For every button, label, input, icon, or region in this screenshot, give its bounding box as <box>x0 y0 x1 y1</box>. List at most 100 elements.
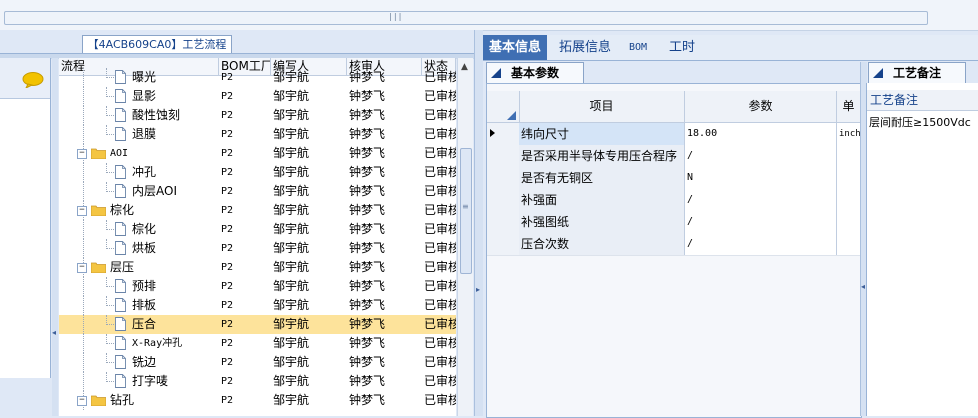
bom-factory: P2 <box>221 167 234 178</box>
tree-row[interactable]: 内层AOI P2 邹宇航 钟梦飞 已审核 <box>59 182 456 201</box>
middle-splitter[interactable]: ▸ <box>474 30 483 416</box>
tree-row[interactable]: 退膜 P2 邹宇航 钟梦飞 已审核 <box>59 125 456 144</box>
col-header-value[interactable]: 参数 <box>685 91 837 122</box>
reviewer-name: 钟梦飞 <box>349 184 386 198</box>
param-value[interactable]: / <box>685 145 837 167</box>
collapse-icon[interactable]: − <box>77 206 87 216</box>
param-unit[interactable] <box>837 233 861 255</box>
bom-factory: P2 <box>221 186 234 197</box>
param-value[interactable]: N <box>685 167 837 189</box>
process-notes-tab-label: 工艺备注 <box>892 66 941 80</box>
select-all-icon <box>507 111 516 120</box>
collapse-icon[interactable]: − <box>77 396 87 406</box>
tree-row[interactable]: X-Ray冲孔 P2 邹宇航 钟梦飞 已审核 <box>59 334 456 353</box>
param-unit[interactable] <box>837 211 861 233</box>
tab-extended-info[interactable]: 拓展信息 <box>553 35 617 60</box>
writer-name: 邹宇航 <box>273 184 310 198</box>
param-row[interactable]: 是否采用半导体专用压合程序 / <box>487 145 861 168</box>
row-header[interactable] <box>487 123 520 145</box>
flow-name: 退膜 <box>132 127 157 141</box>
collapse-icon[interactable]: − <box>77 149 87 159</box>
status-text: 已审核 <box>424 336 456 350</box>
tree-row[interactable]: 压合 P2 邹宇航 钟梦飞 已审核 <box>59 315 456 334</box>
tree-row[interactable]: 曝光 P2 邹宇航 钟梦飞 已审核 <box>59 68 456 87</box>
param-value[interactable]: / <box>685 233 837 255</box>
tab-bom[interactable]: BOM <box>623 35 653 60</box>
tab-work-hours[interactable]: 工时 <box>663 35 701 60</box>
row-header[interactable] <box>487 189 520 211</box>
param-row[interactable]: 是否有无铜区 N <box>487 167 861 190</box>
tree-row[interactable]: 打字唛 P2 邹宇航 钟梦飞 已审核 <box>59 372 456 391</box>
scroll-up-icon[interactable]: ▲ <box>461 62 468 72</box>
tree-row[interactable]: − 棕化 P2 邹宇航 钟梦飞 已审核 <box>59 201 456 220</box>
status-text: 已审核 <box>424 393 456 407</box>
param-row[interactable]: 压合次数 / <box>487 233 861 256</box>
flow-name: 内层AOI <box>132 184 177 198</box>
notes-text[interactable]: 层间耐压≥1500Vdc <box>869 115 978 131</box>
reviewer-name: 钟梦飞 <box>349 355 386 369</box>
flow-name: 铣边 <box>132 355 157 369</box>
writer-name: 邹宇航 <box>273 336 310 350</box>
param-unit[interactable] <box>837 145 861 167</box>
left-splitter[interactable]: ◂ <box>52 58 58 416</box>
param-value[interactable]: / <box>685 189 837 211</box>
param-value[interactable]: 18.00 <box>685 123 837 145</box>
tree-row[interactable]: − AOI P2 邹宇航 钟梦飞 已审核 <box>59 144 456 163</box>
param-value[interactable]: / <box>685 211 837 233</box>
tree-row[interactable]: 酸性蚀刻 P2 邹宇航 钟梦飞 已审核 <box>59 106 456 125</box>
basic-params-tab[interactable]: 基本参数 <box>486 62 584 84</box>
param-row[interactable]: 纬向尺寸 18.00 inch <box>487 123 861 146</box>
status-text: 已审核 <box>424 260 456 274</box>
col-header-item[interactable]: 项目 <box>519 91 685 122</box>
reviewer-name: 钟梦飞 <box>349 336 386 350</box>
process-notes-tab[interactable]: 工艺备注 <box>868 62 966 84</box>
document-icon <box>115 89 126 103</box>
chat-bubble-icon[interactable] <box>22 72 44 88</box>
folder-icon <box>91 148 106 159</box>
param-row[interactable]: 补强面 / <box>487 189 861 212</box>
tree-row[interactable]: 显影 P2 邹宇航 钟梦飞 已审核 <box>59 87 456 106</box>
collapse-icon[interactable]: − <box>77 263 87 273</box>
scroll-thumb[interactable]: ≡ <box>460 148 472 274</box>
tree-row[interactable]: 烘板 P2 邹宇航 钟梦飞 已审核 <box>59 239 456 258</box>
folder-icon <box>91 262 106 273</box>
param-row[interactable]: 补强图纸 / <box>487 211 861 234</box>
param-unit[interactable]: inch <box>837 123 861 145</box>
tree-row[interactable]: − 层压 P2 邹宇航 钟梦飞 已审核 <box>59 258 456 277</box>
tree-row[interactable]: − 钻孔 P2 邹宇航 钟梦飞 已审核 <box>59 391 456 410</box>
bom-factory: P2 <box>221 281 234 292</box>
horizontal-scrollbar[interactable]: ||| <box>4 11 928 25</box>
flow-name: 棕化 <box>132 222 157 236</box>
corner-cell[interactable] <box>487 91 520 122</box>
col-header-unit[interactable]: 单 <box>837 91 861 122</box>
tab-basic-info[interactable]: 基本信息 <box>483 35 548 60</box>
flow-name: 显影 <box>132 89 157 103</box>
tree-row[interactable]: 棕化 P2 邹宇航 钟梦飞 已审核 <box>59 220 456 239</box>
tree-connector <box>83 277 116 296</box>
row-header[interactable] <box>487 233 520 255</box>
bom-factory: P2 <box>221 72 234 83</box>
row-header[interactable] <box>487 211 520 233</box>
document-icon <box>115 298 126 312</box>
notes-header: 工艺备注 <box>867 90 978 111</box>
reviewer-name: 钟梦飞 <box>349 222 386 236</box>
tree-row[interactable]: 冲孔 P2 邹宇航 钟梦飞 已审核 <box>59 163 456 182</box>
param-unit[interactable] <box>837 167 861 189</box>
writer-name: 邹宇航 <box>273 317 310 331</box>
status-text: 已审核 <box>424 241 456 255</box>
splitter-arrow-icon: ▸ <box>476 285 481 294</box>
tree-vertical-scrollbar[interactable]: ▲ ≡ <box>457 58 473 416</box>
tree-row[interactable]: 铣边 P2 邹宇航 钟梦飞 已审核 <box>59 353 456 372</box>
row-header[interactable] <box>487 167 520 189</box>
reviewer-name: 钟梦飞 <box>349 374 386 388</box>
params-panel: 项目 参数 单 纬向尺寸 18.00 inch 是否采用半导体专用压合程序 / 是否有无铜… <box>486 83 862 418</box>
tree-row[interactable]: 排板 P2 邹宇航 钟梦飞 已审核 <box>59 296 456 315</box>
param-unit[interactable] <box>837 189 861 211</box>
writer-name: 邹宇航 <box>273 260 310 274</box>
tree-row[interactable]: 预排 P2 邹宇航 钟梦飞 已审核 <box>59 277 456 296</box>
row-header[interactable] <box>487 145 520 167</box>
tree-connector <box>83 315 116 334</box>
bom-factory: P2 <box>221 376 234 387</box>
process-flow-tab[interactable]: 【4ACB609CA0】工艺流程 <box>82 35 232 54</box>
bom-factory: P2 <box>221 243 234 254</box>
